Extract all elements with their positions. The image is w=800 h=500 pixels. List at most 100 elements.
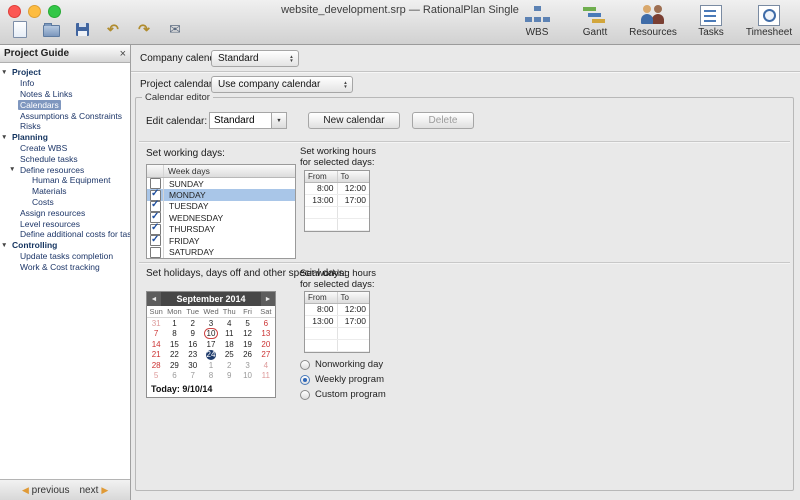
calendar-day-22[interactable]: 22 (165, 350, 183, 361)
calendar-day-18[interactable]: 18 (220, 339, 238, 350)
calendar-day-2[interactable]: 2 (184, 318, 202, 329)
calendar-day-5[interactable]: 5 (238, 318, 256, 329)
prev-month-button[interactable]: ◄ (147, 292, 161, 306)
calendar-day-2[interactable]: 2 (220, 360, 238, 371)
new-document-button[interactable] (8, 18, 32, 40)
tree-item-notes-links[interactable]: Notes & Links (0, 89, 130, 100)
zoom-window-button[interactable] (48, 5, 61, 18)
weekday-row-wednesday[interactable]: WEDNESDAY (147, 211, 295, 224)
tree-item-project[interactable]: ▼ Project (0, 67, 130, 78)
minimize-window-button[interactable] (28, 5, 41, 18)
tree-item-costs[interactable]: Costs (0, 197, 130, 208)
calendar-day-12[interactable]: 12 (238, 329, 256, 340)
calendar-day-30[interactable]: 30 (184, 360, 202, 371)
weekday-row-tuesday[interactable]: TUESDAY (147, 199, 295, 213)
tree-item-human-equipment[interactable]: Human & Equipment (0, 175, 130, 186)
calendar-day-15[interactable]: 15 (165, 339, 183, 350)
tree-item-schedule-tasks[interactable]: Schedule tasks (0, 153, 130, 164)
calendar-year[interactable]: 2014 (226, 294, 246, 304)
calendar-day-7[interactable]: 7 (147, 329, 165, 340)
weekday-row-saturday[interactable]: SATURDAY (147, 246, 295, 258)
expanded-twisty-icon[interactable]: ▼ (9, 166, 18, 173)
calendar-day-17[interactable]: 17 (202, 339, 220, 350)
weekday-row-thursday[interactable]: THURSDAY (147, 222, 295, 235)
delete-button[interactable]: Delete (412, 112, 474, 129)
email-button[interactable]: ✉ (163, 18, 187, 40)
calendar-day-10[interactable]: 10 (202, 328, 220, 340)
toolbar-timesheet-button[interactable]: Timesheet (744, 4, 794, 38)
weekday-row-friday[interactable]: FRIDAY (147, 234, 295, 247)
radio-nonworking-day[interactable]: Nonworking day (300, 357, 386, 372)
calendar-day-14[interactable]: 14 (147, 339, 165, 350)
undo-button[interactable]: ↶ (101, 18, 125, 40)
tree-item-materials[interactable]: Materials (0, 186, 130, 197)
calendar-day-8[interactable]: 8 (165, 329, 183, 340)
tree-item-assign-resources[interactable]: Assign resources (0, 207, 130, 218)
radio-weekly-program[interactable]: Weekly program (300, 372, 386, 387)
checkbox-friday[interactable] (150, 234, 161, 247)
toolbar-tasks-button[interactable]: Tasks (686, 4, 736, 38)
calendar-day-16[interactable]: 16 (184, 339, 202, 350)
expanded-twisty-icon[interactable]: ▼ (1, 69, 10, 76)
tree-item-define-resources[interactable]: ▼ Define resources (0, 164, 130, 175)
calendar-day-21[interactable]: 21 (147, 350, 165, 361)
redo-button[interactable]: ↷ (132, 18, 156, 40)
sidebar-close-icon[interactable]: × (120, 48, 126, 60)
new-calendar-button[interactable]: New calendar (308, 112, 400, 129)
hours-row[interactable]: 8:00 12:00 (305, 304, 369, 316)
calendar-day-1[interactable]: 1 (202, 360, 220, 371)
next-month-button[interactable]: ► (261, 292, 275, 306)
calendar-day-13[interactable]: 13 (257, 329, 275, 340)
weekday-row-sunday[interactable]: SUNDAY (147, 178, 295, 190)
calendar-day-28[interactable]: 28 (147, 360, 165, 371)
hours-row[interactable]: 8:00 12:00 (305, 183, 369, 195)
calendar-day-11[interactable]: 11 (257, 371, 275, 382)
calendar-day-4[interactable]: 4 (220, 318, 238, 329)
hours-row[interactable]: 13:00 17:00 (305, 316, 369, 328)
calendar-day-9[interactable]: 9 (220, 371, 238, 382)
calendar-day-9[interactable]: 9 (184, 329, 202, 340)
toolbar-gantt-button[interactable]: Gantt (570, 4, 620, 38)
toolbar-wbs-button[interactable]: WBS (512, 4, 562, 38)
calendar-day-29[interactable]: 29 (165, 360, 183, 371)
project-calendar-select[interactable]: Use company calendar (211, 76, 353, 93)
tree-item-level-resources[interactable]: Level resources (0, 218, 130, 229)
calendar-day-5[interactable]: 5 (147, 371, 165, 382)
calendar-day-27[interactable]: 27 (257, 350, 275, 361)
calendar-day-4[interactable]: 4 (257, 360, 275, 371)
company-calendar-select[interactable]: Standard (211, 50, 299, 67)
tree-item-assumptions-constraints[interactable]: Assumptions & Constraints (0, 110, 130, 121)
calendar-day-20[interactable]: 20 (257, 339, 275, 350)
calendar-day-10[interactable]: 10 (238, 371, 256, 382)
calendar-day-8[interactable]: 8 (202, 371, 220, 382)
previous-button[interactable]: ▶ previous (22, 485, 70, 496)
hours-row[interactable]: 13:00 17:00 (305, 195, 369, 207)
tree-item-work-cost-tracking[interactable]: Work & Cost tracking (0, 261, 130, 272)
calendar-day-3[interactable]: 3 (202, 318, 220, 329)
calendar-day-6[interactable]: 6 (257, 318, 275, 329)
calendar-day-1[interactable]: 1 (165, 318, 183, 329)
calendar-day-6[interactable]: 6 (165, 371, 183, 382)
close-window-button[interactable] (8, 5, 21, 18)
tree-item-planning[interactable]: ▼ Planning (0, 132, 130, 143)
weekday-row-monday[interactable]: MONDAY (147, 188, 295, 201)
calendar-day-24[interactable]: 24 (202, 349, 220, 361)
calendar-day-26[interactable]: 26 (238, 350, 256, 361)
calendar-day-7[interactable]: 7 (184, 371, 202, 382)
edit-calendar-value[interactable]: Standard (209, 112, 271, 129)
calendar-day-19[interactable]: 19 (238, 339, 256, 350)
dropdown-arrow-icon[interactable]: ▼ (271, 112, 287, 129)
radio-custom-program[interactable]: Custom program (300, 387, 386, 402)
expanded-twisty-icon[interactable]: ▼ (1, 242, 10, 249)
calendar-day-25[interactable]: 25 (220, 350, 238, 361)
tree-item-create-wbs[interactable]: Create WBS (0, 143, 130, 154)
toolbar-resources-button[interactable]: Resources (628, 4, 678, 38)
checkbox-saturday[interactable] (150, 246, 161, 258)
tree-item-calendars[interactable]: Calendars (0, 99, 130, 110)
tree-item-controlling[interactable]: ▼ Controlling (0, 240, 130, 251)
calendar-day-3[interactable]: 3 (238, 360, 256, 371)
next-button[interactable]: next ▶ (79, 485, 108, 496)
calendar-day-23[interactable]: 23 (184, 350, 202, 361)
tree-item-update-tasks-completion[interactable]: Update tasks completion (0, 251, 130, 262)
tree-item-info[interactable]: Info (0, 78, 130, 89)
